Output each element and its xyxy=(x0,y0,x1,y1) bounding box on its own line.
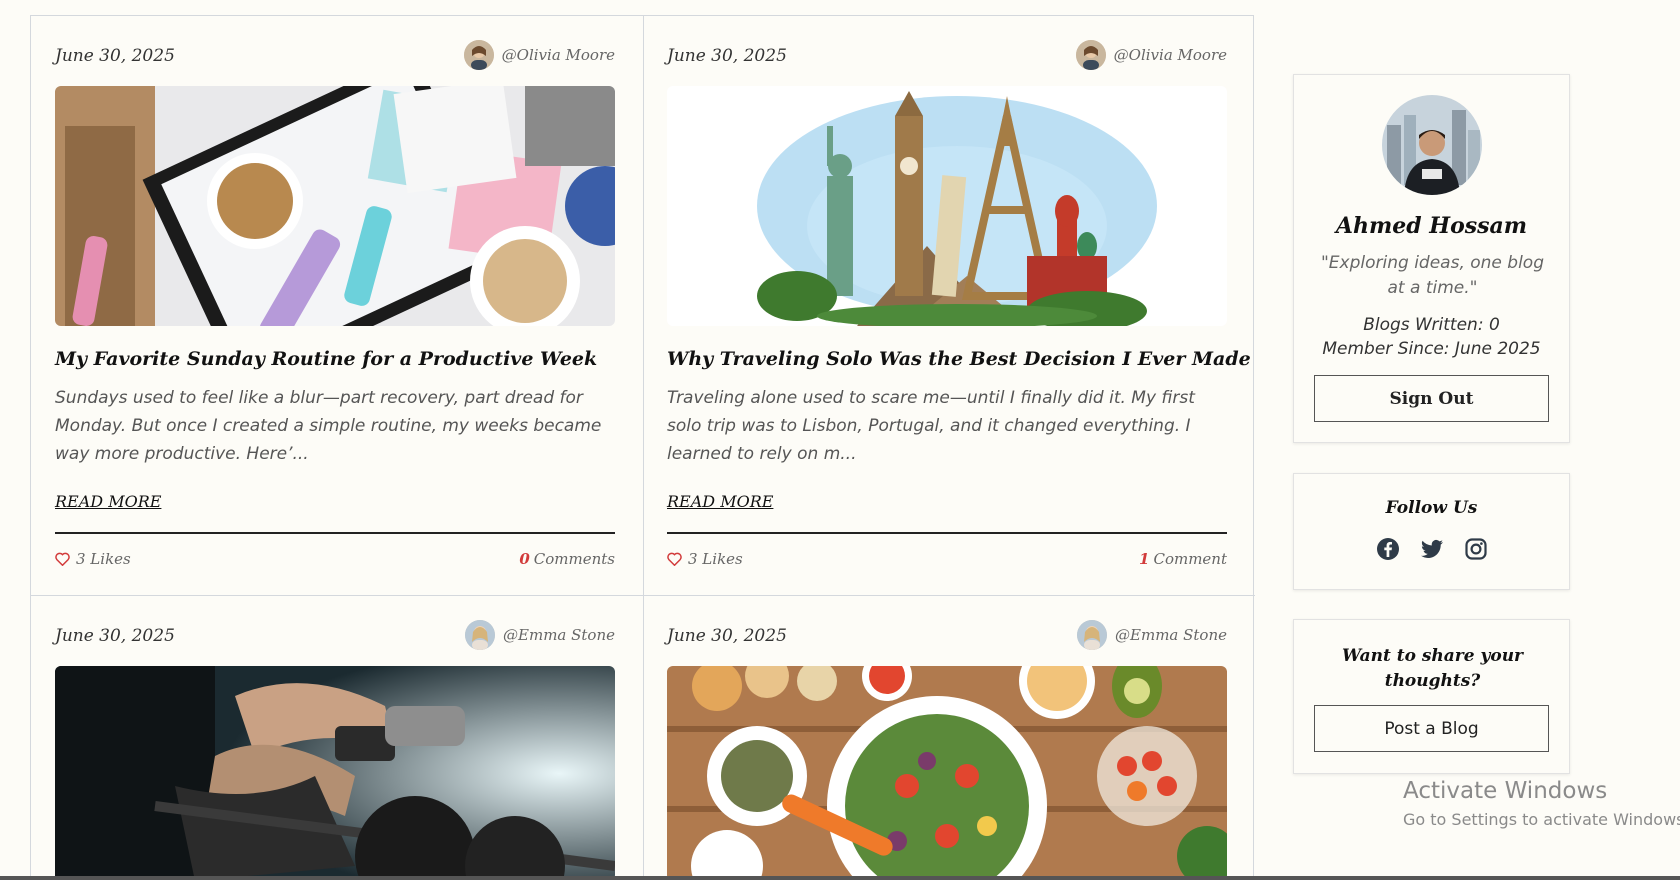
bottom-edge-bar xyxy=(0,876,1680,880)
profile-quote: "Exploring ideas, one blog at a time." xyxy=(1320,253,1545,298)
post-author[interactable]: @Olivia Moore xyxy=(463,40,615,70)
post-card: June 30, 2025 @Olivia Moore xyxy=(667,16,1251,595)
comment-count: 1 xyxy=(1139,550,1150,568)
post-date: June 30, 2025 xyxy=(55,626,175,646)
author-name: @Olivia Moore xyxy=(1113,46,1227,64)
blogs-written: Blogs Written: 0 xyxy=(1363,315,1500,335)
twitter-icon[interactable] xyxy=(1420,537,1444,561)
likes-count: 3 Likes xyxy=(688,550,743,568)
watermark-title: Activate Windows xyxy=(1403,778,1608,804)
post-card: June 30, 2025 @Olivia Moore xyxy=(55,16,615,595)
post-date: June 30, 2025 xyxy=(667,626,787,646)
author-name: @Emma Stone xyxy=(1115,626,1227,644)
comment-count: 0 xyxy=(519,550,530,568)
comment-label: Comment xyxy=(1153,550,1227,568)
post-image[interactable] xyxy=(667,86,1227,326)
post-title[interactable]: My Favorite Sunday Routine for a Product… xyxy=(55,348,597,370)
follow-us-card: Follow Us xyxy=(1293,473,1570,590)
like-button[interactable]: 3 Likes xyxy=(667,550,743,568)
post-image[interactable] xyxy=(667,666,1227,880)
post-author[interactable]: @Emma Stone xyxy=(465,620,615,650)
heart-icon xyxy=(55,552,70,566)
facebook-icon[interactable] xyxy=(1376,537,1400,561)
card-divider xyxy=(55,532,615,534)
post-excerpt: Traveling alone used to scare me—until I… xyxy=(667,388,1195,464)
read-more-link[interactable]: READ MORE xyxy=(667,492,773,511)
profile-name: Ahmed Hossam xyxy=(1335,213,1528,239)
author-avatar xyxy=(465,620,496,650)
post-image[interactable] xyxy=(55,86,615,326)
follow-title: Follow Us xyxy=(1385,498,1478,518)
post-date: June 30, 2025 xyxy=(667,46,787,66)
author-name: @Olivia Moore xyxy=(501,46,615,64)
profile-card: Ahmed Hossam "Exploring ideas, one blog … xyxy=(1293,74,1570,443)
author-name: @Emma Stone xyxy=(503,626,615,644)
like-button[interactable]: 3 Likes xyxy=(55,550,131,568)
profile-avatar[interactable] xyxy=(1382,95,1482,195)
social-links xyxy=(1294,537,1569,561)
post-date: June 30, 2025 xyxy=(55,46,175,66)
card-divider xyxy=(667,532,1227,534)
grid-divider-vertical xyxy=(643,16,644,880)
author-avatar xyxy=(1077,620,1108,650)
blog-grid: June 30, 2025 @Olivia Moore My Favorite … xyxy=(30,15,1255,880)
share-title: Want to share your thoughts? xyxy=(1341,646,1524,691)
comment-label: Comments xyxy=(533,550,615,568)
author-avatar xyxy=(463,40,494,70)
post-image[interactable] xyxy=(55,666,615,880)
watermark-subtitle: Go to Settings to activate Windows. xyxy=(1403,810,1680,829)
post-excerpt: Sundays used to feel like a blur—part re… xyxy=(55,388,602,464)
author-avatar xyxy=(1075,40,1106,70)
share-thoughts-card: Want to share your thoughts? Post a Blog xyxy=(1293,619,1570,774)
post-author[interactable]: @Olivia Moore xyxy=(1075,40,1227,70)
comments-link[interactable]: 0 Comments xyxy=(519,550,615,568)
likes-count: 3 Likes xyxy=(76,550,131,568)
post-card: June 30, 2025 @Emma Stone xyxy=(667,596,1227,880)
post-title[interactable]: Why Traveling Solo Was the Best Decision… xyxy=(667,348,1251,370)
post-blog-button[interactable]: Post a Blog xyxy=(1314,705,1549,752)
post-author[interactable]: @Emma Stone xyxy=(1077,620,1227,650)
instagram-icon[interactable] xyxy=(1464,537,1488,561)
heart-icon xyxy=(667,552,682,566)
sign-out-button[interactable]: Sign Out xyxy=(1314,375,1549,422)
read-more-link[interactable]: READ MORE xyxy=(55,492,161,511)
post-card: June 30, 2025 @Emma Stone xyxy=(55,596,615,880)
comments-link[interactable]: 1 Comment xyxy=(1139,550,1227,568)
member-since: Member Since: June 2025 xyxy=(1322,339,1541,359)
activate-windows-watermark: Activate Windows Go to Settings to activ… xyxy=(1403,778,1680,829)
